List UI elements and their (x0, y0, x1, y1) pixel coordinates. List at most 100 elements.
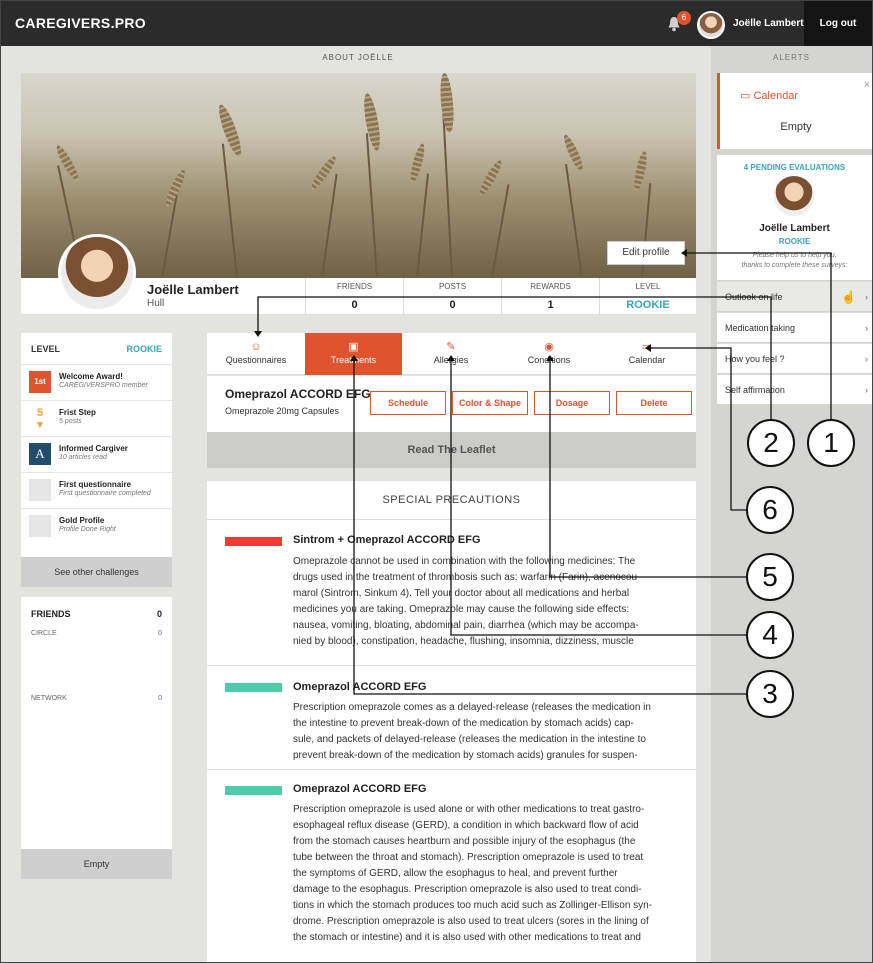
tab-label: Allergies (433, 355, 469, 365)
tab-questionnaires[interactable]: ☺ Questionnaires (207, 333, 305, 375)
help-line: thanks to complete these surveys: (741, 262, 848, 269)
survey-label: Self affirmation (725, 385, 785, 395)
see-other-challenges-button[interactable]: See other challenges (21, 557, 172, 587)
text-line: nausea, vomiting, bloating, abdominal pa… (293, 620, 639, 631)
medkit-icon: ▣ (348, 341, 359, 353)
achievement-title: Informed Cargiver (59, 444, 128, 453)
stat-friends[interactable]: FRIENDS 0 (305, 278, 403, 315)
calendar-alert-state: Empty (780, 121, 812, 133)
edit-profile-button[interactable]: Edit profile (607, 241, 685, 265)
stat-posts[interactable]: POSTS 0 (403, 278, 501, 315)
hand-cursor-icon: ☝ (841, 290, 856, 304)
callout-3: 3 (746, 670, 794, 718)
pipette-icon: ✎ (446, 341, 456, 353)
profile-avatar (58, 234, 136, 312)
level-box: LEVEL ROOKIE 1st Welcome Award! CAREGIVE… (21, 333, 172, 587)
close-icon[interactable]: × (864, 79, 870, 91)
text-line: tions in which the stomach produces too … (293, 900, 653, 911)
alerts-header: ALERTS (773, 53, 810, 62)
medication-name: Omeprazol ACCORD EFG (225, 387, 371, 401)
level-title: LEVEL (31, 344, 61, 354)
achievement-item[interactable]: First questionnaire First questionnaire … (21, 472, 172, 508)
evaluation-help-text: Please help us to help you, thanks to co… (717, 251, 872, 271)
target-icon: ◉ (544, 341, 554, 353)
stat-value: ROOKIE (626, 299, 670, 311)
medication-subtitle: Omeprazole 20mg Capsules (225, 406, 340, 416)
dosage-button[interactable]: Dosage (534, 391, 610, 415)
achievement-subtitle: CAREGIVERSPRO member (59, 382, 148, 389)
schedule-button[interactable]: Schedule (370, 391, 446, 415)
chevron-right-icon: › (865, 354, 868, 364)
smiley-icon: ☺ (250, 341, 262, 353)
friends-box: FRIENDS 0 CIRCLE 0 NETWORK 0 Empty (21, 597, 172, 879)
text-line: damage to the esophagus. Prescription om… (293, 884, 642, 895)
precaution-title: Omeprazol ACCORD EFG (293, 681, 427, 693)
tab-conditions[interactable]: ◉ Conditions (500, 333, 598, 375)
brand-logo[interactable]: CAREGIVERS.PRO (15, 15, 146, 31)
achievement-item[interactable]: Gold Profile Profile Done Right (21, 508, 172, 544)
stat-value: 0 (449, 299, 456, 311)
evaluation-name: Joëlle Lambert (759, 223, 830, 234)
level-value: ROOKIE (126, 344, 162, 354)
survey-label: Medication taking (725, 323, 796, 333)
profile-city: Hull (147, 298, 165, 309)
tab-label: Treatments (330, 355, 377, 365)
calendar-alert-title: ▭ Calendar (740, 89, 798, 102)
trophy-icon: 5 ▼ (35, 407, 45, 431)
precaution-text: Omeprazole cannot be used in combination… (293, 554, 678, 650)
notification-badge: 6 (677, 11, 691, 25)
tab-treatments[interactable]: ▣ Treatments (305, 333, 402, 375)
text-line: the symptoms of GERD, allow the esophagu… (293, 868, 618, 879)
stat-value: 1 (547, 299, 554, 311)
calendar-icon: ▭ (641, 341, 653, 353)
app-root: CAREGIVERS.PRO 6 Joëlle Lambert Log out … (0, 0, 873, 963)
calendar-alert-label: Calendar (753, 90, 799, 102)
callout-1: 1 (807, 419, 855, 467)
logout-button[interactable]: Log out (804, 1, 872, 46)
survey-outlook-on-life[interactable]: Outlook on life ☝ › (717, 281, 872, 311)
calendar-alert[interactable]: ▭ Calendar Empty × (717, 73, 872, 149)
circle-count: 0 (158, 630, 162, 637)
callout-4: 4 (746, 611, 794, 659)
precaution-section: Omeprazol ACCORD EFG Prescription omepra… (207, 769, 696, 962)
text-line: marol (Sintrom, Sinkum 4). Tell your doc… (293, 588, 630, 599)
text-line: Omeprazole cannot be used in combination… (293, 556, 636, 567)
user-avatar[interactable] (697, 11, 725, 39)
callout-6: 6 (746, 486, 794, 534)
stat-rewards[interactable]: REWARDS 1 (501, 278, 599, 315)
medication-card: Omeprazol ACCORD EFG Omeprazole 20mg Cap… (207, 376, 696, 432)
color-shape-button[interactable]: Color & Shape (452, 391, 528, 415)
tab-calendar[interactable]: ▭ Calendar (598, 333, 696, 375)
achievement-subtitle: 5 posts (59, 418, 82, 425)
precaution-title: Omeprazol ACCORD EFG (293, 783, 427, 795)
help-line: Please help us to help you, (752, 252, 837, 259)
achievement-title: Welcome Award! (59, 372, 123, 381)
precautions-title: SPECIAL PRECAUTIONS (382, 494, 521, 506)
stat-label: FRIENDS (336, 282, 373, 291)
achievement-title: Frist Step (59, 408, 96, 417)
friends-empty-button[interactable]: Empty (21, 849, 172, 879)
tab-label: Questionnaires (225, 355, 287, 365)
survey-self-affirmation[interactable]: Self affirmation › (717, 374, 872, 404)
callout-5: 5 (746, 553, 794, 601)
tab-allergies[interactable]: ✎ Allergies (402, 333, 500, 375)
network-count: 0 (158, 695, 162, 702)
stat-level[interactable]: LEVEL ROOKIE (599, 278, 696, 315)
circle-label[interactable]: CIRCLE (31, 630, 57, 637)
stat-value: 0 (351, 299, 358, 311)
precaution-title: Sintrom + Omeprazol ACCORD EFG (293, 534, 481, 546)
achievement-item[interactable]: A Informed Cargiver 10 articles read (21, 436, 172, 472)
achievement-item[interactable]: 5 ▼ Frist Step 5 posts (21, 400, 172, 436)
delete-button[interactable]: Delete (616, 391, 692, 415)
achievement-item[interactable]: 1st Welcome Award! CAREGIVERSPRO member (21, 364, 172, 400)
network-label[interactable]: NETWORK (31, 695, 67, 702)
survey-medication-taking[interactable]: Medication taking › (717, 312, 872, 342)
trophy-count: 5 (36, 407, 44, 419)
survey-how-you-feel[interactable]: How you feel ? › (717, 343, 872, 373)
user-name[interactable]: Joëlle Lambert (733, 18, 804, 29)
ribbon-placeholder-icon (29, 515, 51, 537)
text-line: drugs used in the treatment of thrombosi… (293, 572, 641, 583)
profile-name: Joëlle Lambert (147, 282, 239, 297)
achievement-subtitle: 10 articles read (59, 454, 107, 461)
read-leaflet-button[interactable]: Read The Leaflet (207, 432, 696, 468)
